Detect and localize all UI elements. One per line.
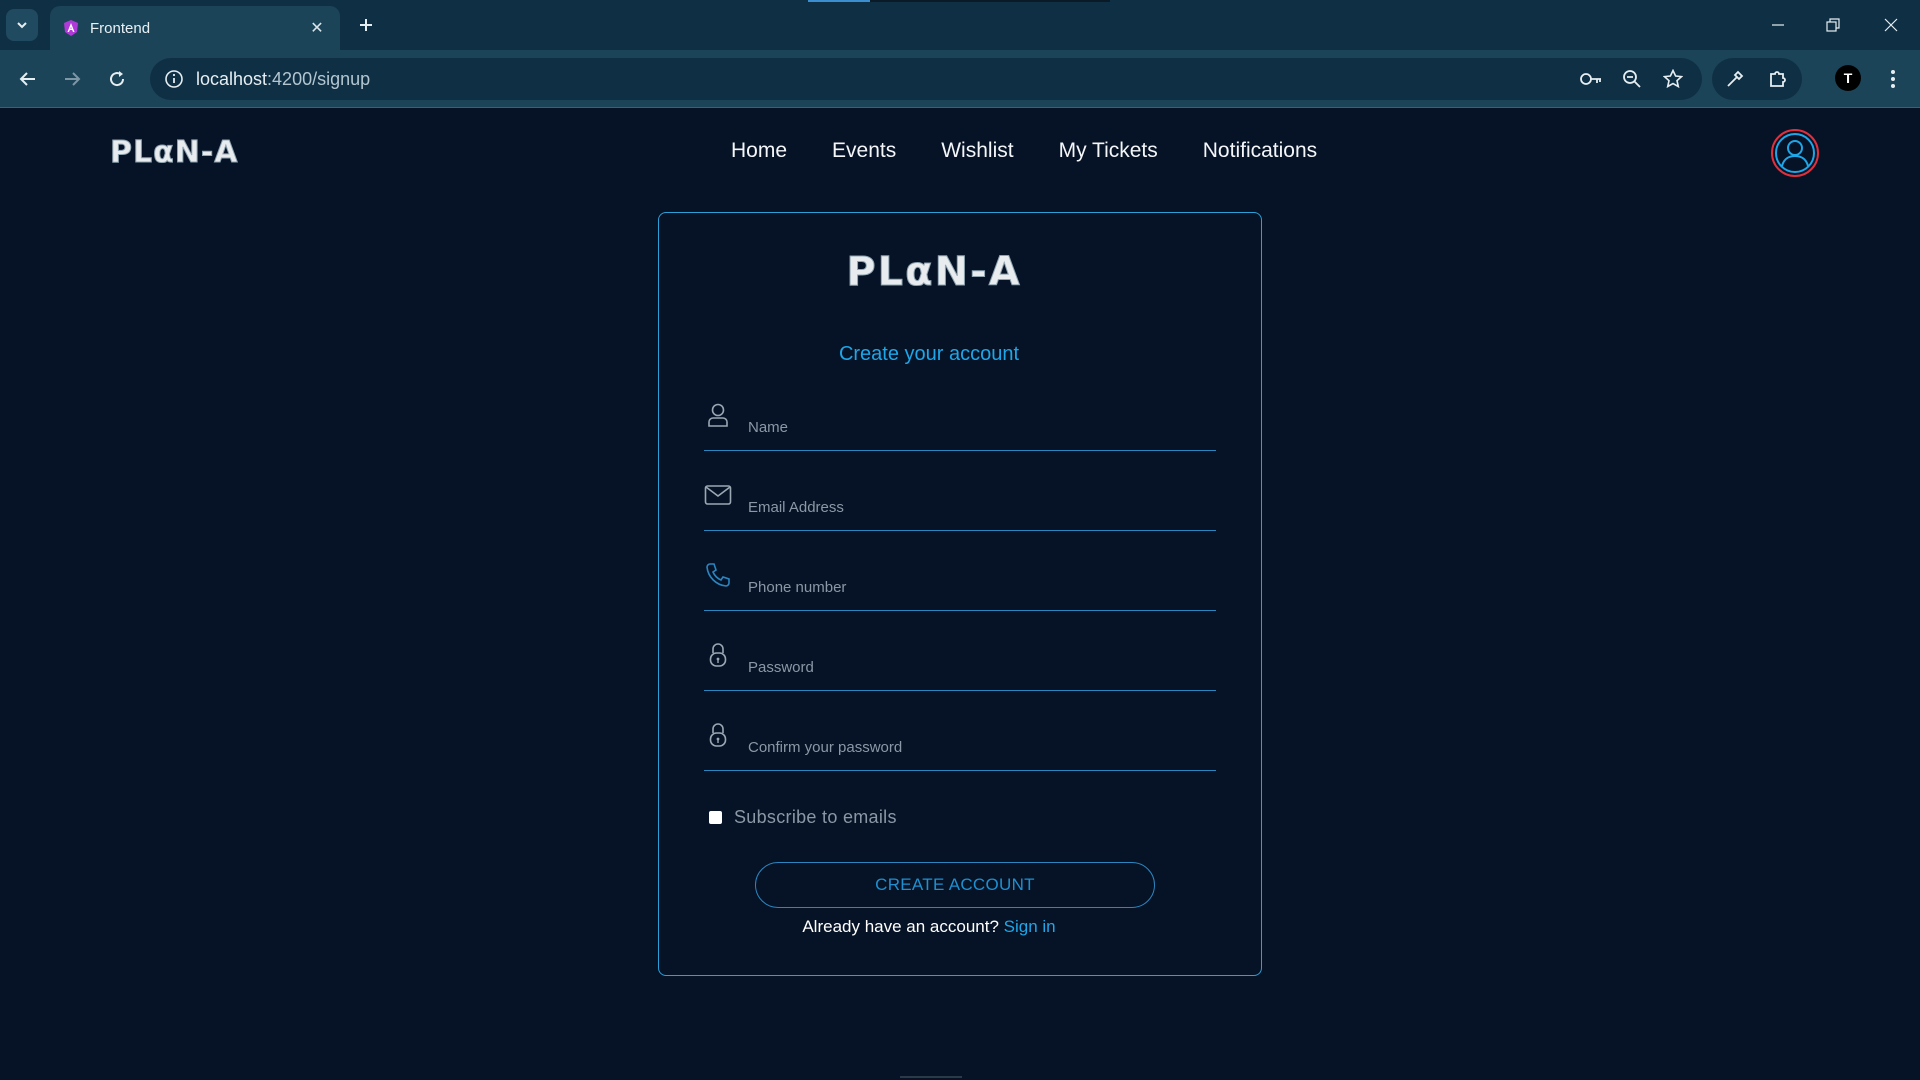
user-avatar-button[interactable]	[1771, 129, 1819, 177]
restore-icon	[1826, 18, 1840, 32]
phone-input[interactable]	[748, 575, 1208, 599]
tab-title: Frontend	[90, 19, 151, 37]
lock-icon	[704, 641, 732, 669]
loading-indicator	[808, 0, 870, 2]
sign-in-link[interactable]: Sign in	[1004, 917, 1056, 936]
puzzle-extensions-icon[interactable]	[1765, 66, 1791, 92]
tab-search-button[interactable]	[6, 9, 38, 41]
back-button[interactable]	[12, 63, 44, 95]
url-text: localhost:4200/signup	[196, 69, 370, 90]
arrow-left-icon	[19, 72, 35, 86]
address-bar[interactable]: localhost:4200/signup	[150, 58, 1702, 100]
forward-button[interactable]	[56, 63, 88, 95]
confirm-password-input[interactable]	[748, 735, 1208, 759]
close-icon	[1884, 18, 1898, 32]
email-field	[704, 473, 1216, 531]
subscribe-label[interactable]: Subscribe to emails	[734, 807, 897, 828]
user-icon	[1775, 133, 1815, 173]
eyedropper-extension-icon[interactable]	[1722, 66, 1748, 92]
url-path: :4200/signup	[267, 68, 371, 89]
subscribe-checkbox[interactable]	[709, 811, 722, 824]
minimize-window-button[interactable]	[1760, 10, 1796, 40]
site-logo[interactable]: PLαN-A	[110, 135, 239, 171]
already-account-text: Already have an account?	[802, 917, 1004, 936]
name-input[interactable]	[748, 415, 1208, 439]
card-logo: PLαN-A	[846, 249, 1022, 296]
new-tab-button[interactable]	[352, 11, 380, 39]
site-info-icon[interactable]	[164, 69, 184, 89]
extensions-group	[1712, 58, 1802, 100]
zoom-icon[interactable]	[1619, 66, 1645, 92]
bookmark-star-icon[interactable]	[1660, 66, 1686, 92]
envelope-icon	[704, 481, 732, 509]
password-input[interactable]	[748, 655, 1208, 679]
chevron-down-icon	[17, 22, 27, 29]
email-input[interactable]	[748, 495, 1208, 519]
person-icon	[704, 401, 732, 429]
arrow-right-icon	[65, 72, 81, 86]
signin-prompt: Already have an account? Sign in	[659, 917, 1199, 937]
close-tab-icon[interactable]: ✕	[306, 17, 328, 39]
browser-profile-avatar[interactable]: T	[1835, 65, 1861, 91]
nav-wishlist[interactable]: Wishlist	[941, 139, 1013, 163]
reload-icon	[110, 71, 125, 87]
name-field	[704, 393, 1216, 451]
plus-icon	[360, 19, 372, 31]
scroll-indicator	[900, 1076, 962, 1078]
browser-menu-button[interactable]	[1880, 63, 1906, 95]
signup-heading: Create your account	[838, 343, 1020, 365]
nav-my-tickets[interactable]: My Tickets	[1059, 139, 1158, 163]
main-nav: Home Events Wishlist My Tickets Notifica…	[731, 139, 1362, 163]
nav-notifications[interactable]: Notifications	[1203, 139, 1317, 163]
phone-field	[704, 553, 1216, 611]
restore-window-button[interactable]	[1815, 10, 1851, 40]
reload-button[interactable]	[101, 63, 133, 95]
create-account-button[interactable]: CREATE ACCOUNT	[755, 862, 1155, 908]
browser-tab-bar: Frontend ✕	[0, 0, 1920, 50]
nav-events[interactable]: Events	[832, 139, 896, 163]
password-field	[704, 633, 1216, 691]
confirm-password-field	[704, 713, 1216, 771]
angular-favicon-icon	[64, 20, 78, 36]
password-key-icon[interactable]	[1578, 66, 1604, 92]
loading-track	[870, 0, 1110, 2]
lock-icon	[704, 721, 732, 749]
url-host: localhost	[196, 68, 268, 89]
subscribe-row: Subscribe to emails	[709, 807, 897, 828]
browser-tab[interactable]: Frontend ✕	[50, 6, 340, 50]
signup-card: PLαN-A Create your account Subscribe to	[658, 212, 1262, 976]
nav-home[interactable]: Home	[731, 139, 787, 163]
browser-toolbar: localhost:4200/signup T	[0, 50, 1920, 108]
phone-icon	[704, 561, 732, 589]
minimize-icon	[1772, 24, 1784, 26]
more-vertical-icon	[1891, 70, 1895, 88]
close-window-button[interactable]	[1873, 10, 1909, 40]
